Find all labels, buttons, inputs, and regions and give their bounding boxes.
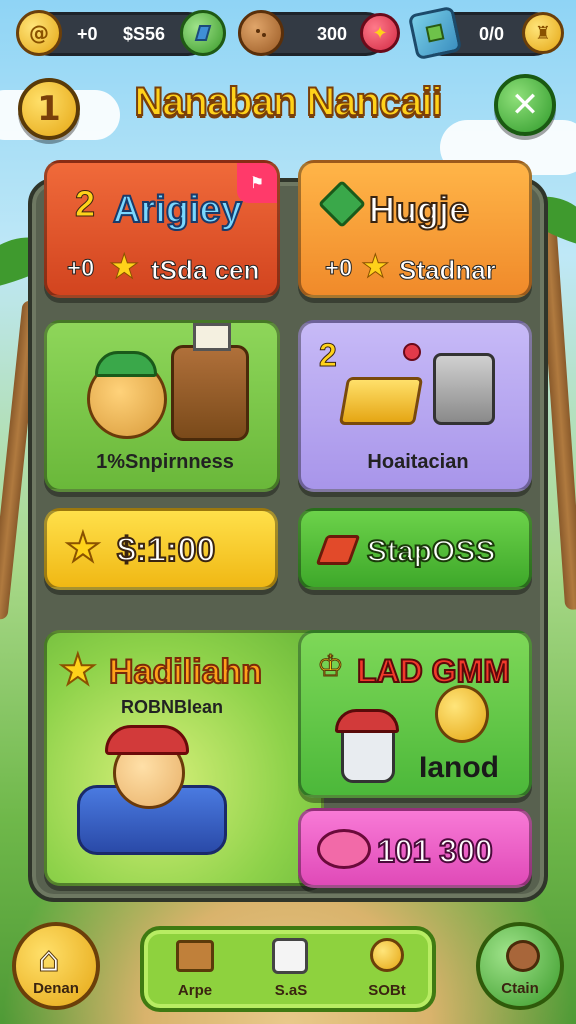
gold-coin-icon bbox=[435, 685, 489, 743]
bottom-nav-bar: Arpe S.aS SOBt bbox=[140, 926, 436, 1012]
nav-item-arpe[interactable]: Arpe bbox=[152, 936, 238, 1006]
gem-icon bbox=[317, 179, 367, 229]
dice-icon bbox=[272, 938, 308, 974]
gold-coin-icon[interactable]: @ bbox=[16, 10, 62, 56]
heart-add-icon[interactable]: ✦ bbox=[360, 13, 400, 53]
present-icon bbox=[193, 323, 231, 351]
resource-value: 300 bbox=[317, 23, 348, 44]
card-subtitle: Ianod bbox=[419, 751, 499, 784]
card-title: Hugje bbox=[368, 188, 470, 231]
price-label: $:1:00 bbox=[116, 530, 216, 570]
card-snpirnness[interactable]: 1%Snpirnness bbox=[44, 320, 280, 492]
star-icon: ★ bbox=[64, 524, 102, 572]
gold-bars-icon bbox=[338, 377, 424, 425]
resource-prefix: +0 bbox=[77, 23, 98, 44]
bear-icon bbox=[506, 940, 540, 972]
nav-home-button[interactable]: ⌂ Denan bbox=[12, 922, 100, 1010]
badge-number: 2 bbox=[74, 183, 96, 225]
nav-item-sobt[interactable]: SOBt bbox=[344, 936, 430, 1006]
cap-icon bbox=[105, 725, 189, 755]
nav-home-label: Denan bbox=[33, 980, 79, 997]
star-icon: ★ bbox=[361, 247, 391, 286]
gem-add-icon[interactable] bbox=[180, 10, 226, 56]
nav-item-label: S.aS bbox=[274, 982, 308, 999]
level-number: 1 bbox=[37, 89, 61, 129]
cookie-icon[interactable] bbox=[238, 10, 284, 56]
close-icon: ✕ bbox=[510, 85, 540, 125]
badge-number: 2 bbox=[319, 337, 338, 374]
card-arigiey[interactable]: 2 Arigiey +0 ★ tSda cen ⚑ bbox=[44, 160, 280, 298]
cap-icon bbox=[335, 709, 399, 733]
piggy-bank-button[interactable]: 101 300 bbox=[298, 808, 532, 888]
nav-ctain-label: Ctain bbox=[501, 980, 539, 997]
featured-hadiliahn[interactable]: ★ Hadiliahn ROBNBlean bbox=[44, 630, 324, 886]
card-lad-gmm[interactable]: ♔ LAD GMM Ianod bbox=[298, 630, 532, 798]
home-icon: ⌂ bbox=[38, 940, 61, 981]
page-title: Nanaban Nancaii bbox=[133, 79, 443, 125]
crate-icon bbox=[176, 940, 214, 972]
stapos-button[interactable]: StapOSS bbox=[298, 508, 532, 590]
card-pack-icon[interactable] bbox=[407, 5, 463, 61]
resource-value: 0/0 bbox=[479, 23, 505, 44]
gift-sack-icon bbox=[171, 345, 249, 441]
lever-knob-icon bbox=[403, 343, 421, 361]
level-badge[interactable]: 1 bbox=[18, 78, 80, 140]
sign-icon: ♔ bbox=[317, 649, 345, 685]
card-label: Hoaitacian bbox=[367, 451, 469, 473]
card-title: Arigiey bbox=[112, 188, 243, 232]
featured-subtitle: ROBNBlean bbox=[121, 697, 224, 717]
stapos-label: StapOSS bbox=[366, 534, 496, 569]
piggy-value: 101 300 bbox=[376, 832, 494, 870]
coin-icon bbox=[370, 938, 404, 972]
nav-item-saS[interactable]: S.aS bbox=[248, 936, 334, 1006]
shop-add-icon[interactable]: ♜ bbox=[522, 12, 564, 54]
robot-machine-icon bbox=[433, 353, 495, 425]
price-button[interactable]: ★ $:1:00 bbox=[44, 508, 278, 590]
hat-icon bbox=[95, 351, 157, 377]
arrow-tag-icon bbox=[315, 535, 361, 565]
reward-text: tSda cen bbox=[150, 255, 260, 286]
piggy-bank-icon bbox=[317, 829, 371, 869]
close-button[interactable]: ✕ bbox=[494, 74, 556, 136]
featured-title: Hadiliahn bbox=[108, 652, 263, 692]
nav-item-label: Arpe bbox=[177, 982, 213, 999]
star-icon: ★ bbox=[108, 247, 140, 288]
nav-item-label: SOBt bbox=[368, 982, 406, 999]
card-title: LAD GMM bbox=[356, 652, 511, 690]
reward-text: Stadnar bbox=[399, 255, 497, 286]
reward-prefix: +0 bbox=[66, 255, 95, 283]
card-hugje[interactable]: Hugje +0 ★ Stadnar bbox=[298, 160, 532, 298]
star-icon: ★ bbox=[58, 644, 98, 695]
resource-value: $S56 bbox=[123, 23, 166, 44]
card-label: 1%Snpirnness bbox=[96, 451, 234, 473]
nav-ctain-button[interactable]: Ctain bbox=[476, 922, 564, 1010]
card-hoaitacian[interactable]: 2 Hoaitacian bbox=[298, 320, 532, 492]
reward-prefix: +0 bbox=[324, 255, 353, 283]
corner-tag-icon: ⚑ bbox=[237, 163, 277, 203]
